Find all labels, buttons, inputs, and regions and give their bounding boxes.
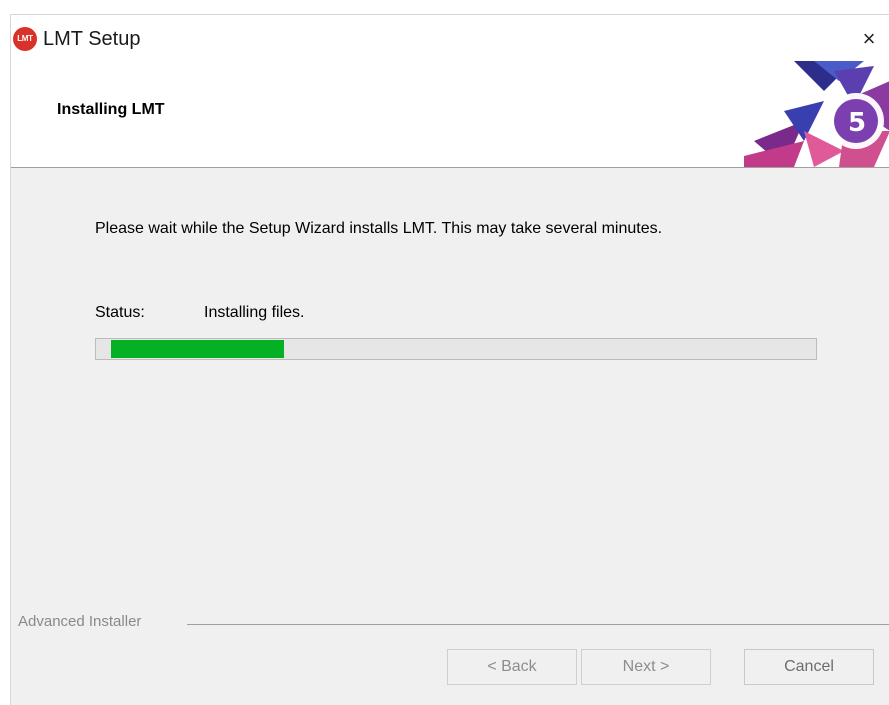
window-title: LMT Setup — [43, 28, 141, 50]
status-label: Status: — [95, 304, 145, 321]
header-banner-graphic: 5 — [744, 61, 889, 167]
brand-separator: Advanced Installer — [11, 613, 889, 633]
footer-divider — [187, 624, 889, 625]
setup-window: LMT LMT Setup × Installing LMT 5 Please … — [10, 14, 889, 705]
app-logo-icon: LMT — [13, 27, 37, 51]
app-logo-text: LMT — [17, 34, 33, 43]
svg-text:5: 5 — [848, 108, 866, 138]
cancel-button[interactable]: Cancel — [744, 649, 874, 685]
progress-fill — [111, 340, 284, 358]
wizard-content: Please wait while the Setup Wizard insta… — [11, 168, 889, 618]
wizard-header: Installing LMT 5 — [11, 61, 889, 168]
install-progress-bar — [95, 338, 817, 360]
page-title: Installing LMT — [57, 101, 165, 118]
next-button[interactable]: Next > — [581, 649, 711, 685]
status-text: Installing files. — [204, 304, 305, 321]
brand-label: Advanced Installer — [18, 613, 150, 630]
close-icon[interactable]: × — [854, 24, 884, 54]
install-description: Please wait while the Setup Wizard insta… — [95, 220, 663, 237]
title-bar: LMT LMT Setup × — [11, 15, 889, 61]
back-button[interactable]: < Back — [447, 649, 577, 685]
